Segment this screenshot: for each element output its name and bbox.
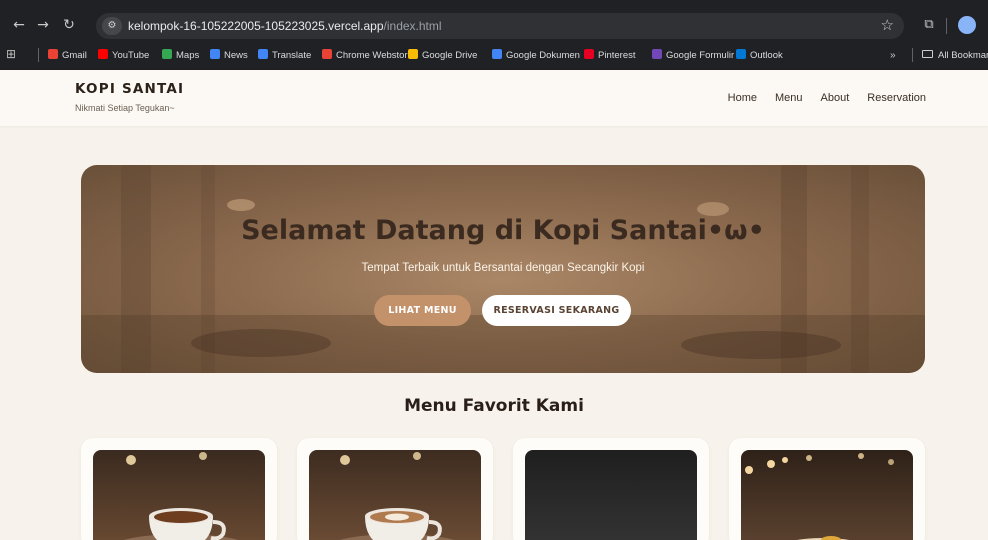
menu-card-matcha[interactable] — [513, 438, 709, 540]
browser-chrome: ← → ↻ ⚙ kelompok-16-105222005-105223025.… — [0, 0, 988, 70]
nav-reservation[interactable]: Reservation — [867, 92, 926, 104]
address-bar[interactable]: ⚙ kelompok-16-105222005-105223025.vercel… — [96, 13, 904, 39]
site-info-icon[interactable]: ⚙ — [102, 17, 122, 35]
toolbar-divider — [946, 18, 947, 34]
bookmark-favicon-icon — [492, 49, 502, 59]
forward-arrow-icon[interactable]: → — [32, 14, 54, 36]
bookmark-label: Google Formulir — [666, 50, 735, 61]
bookmark-favicon-icon — [210, 49, 220, 59]
url-host: kelompok-16-105222005-105223025.vercel.a… — [128, 19, 384, 33]
site-logo[interactable]: KOPI SANTAI — [75, 81, 184, 97]
site-tagline: Nikmati Setiap Tegukan~ — [75, 103, 175, 113]
bookmark-label: Maps — [176, 50, 200, 61]
cafe-dessert-photo — [741, 450, 913, 540]
url-text[interactable]: kelompok-16-105222005-105223025.vercel.a… — [128, 19, 442, 33]
latte-art-photo — [309, 450, 481, 540]
bookmarks-divider — [38, 48, 39, 62]
bookmarks-divider-2 — [912, 48, 913, 62]
bookmark-label: Google Drive — [422, 50, 478, 61]
bookmarks-bar: ⊞ Gmail YouTube Maps News Translate Chrome We… — [0, 46, 988, 66]
bookmark-favicon-icon — [584, 49, 594, 59]
reserve-now-button[interactable]: RESERVASI SEKARANG — [482, 295, 631, 326]
hero-banner: Selamat Datang di Kopi Santai•ω• Tempat … — [81, 165, 925, 373]
apps-grid-icon[interactable]: ⊞ — [6, 47, 16, 61]
url-path: /index.html — [383, 19, 442, 33]
menu-card-latte[interactable] — [297, 438, 493, 540]
toolbar: ← → ↻ ⚙ kelompok-16-105222005-105223025.… — [0, 10, 988, 44]
bookmark-favicon-icon — [48, 49, 58, 59]
bookmark-label: Pinterest — [598, 50, 636, 61]
bookmark-google-drive[interactable]: Google Drive — [408, 48, 477, 64]
bookmark-favicon-icon — [162, 49, 172, 59]
back-arrow-icon[interactable]: ← — [8, 14, 30, 36]
reload-icon[interactable]: ↻ — [58, 14, 80, 36]
bookmark-news[interactable]: News — [210, 48, 248, 64]
menu-card-dessert[interactable] — [729, 438, 925, 540]
bookmark-label: YouTube — [112, 50, 150, 61]
all-bookmarks-button[interactable]: All Bookmarks — [922, 48, 988, 64]
bookmark-chrome-webstore[interactable]: Chrome Webstore — [322, 48, 413, 64]
main-nav: Home Menu About Reservation — [728, 92, 926, 104]
bookmark-favicon-icon — [652, 49, 662, 59]
matcha-drink-photo — [525, 450, 697, 540]
bookmark-label: Google Dokumen — [506, 50, 580, 61]
nav-menu[interactable]: Menu — [775, 92, 803, 104]
bookmark-label: News — [224, 50, 248, 61]
bookmark-google-formulir[interactable]: Google Formulir — [652, 48, 734, 64]
hero-subtitle: Tempat Terbaik untuk Bersantai dengan Se… — [361, 262, 645, 274]
site-header: KOPI SANTAI Nikmati Setiap Tegukan~ Home… — [0, 70, 988, 126]
bookmark-favicon-icon — [258, 49, 268, 59]
bookmark-pinterest[interactable]: Pinterest — [584, 48, 636, 64]
folder-icon — [922, 50, 933, 58]
nav-about[interactable]: About — [821, 92, 850, 104]
menu-card-espresso[interactable] — [81, 438, 277, 540]
more-bookmarks-icon[interactable]: » — [890, 48, 896, 64]
bookmark-star-icon[interactable]: ☆ — [881, 16, 894, 34]
bookmark-favicon-icon — [98, 49, 108, 59]
bookmark-label: Chrome Webstore — [336, 50, 413, 61]
menu-section-title: Menu Favorit Kami — [404, 396, 584, 416]
view-menu-button[interactable]: LIHAT MENU — [374, 295, 471, 326]
bookmark-outlook[interactable]: Outlook — [736, 48, 783, 64]
extensions-icon[interactable]: ⧉ — [918, 14, 940, 36]
bookmark-youtube[interactable]: YouTube — [98, 48, 149, 64]
bookmark-label: Gmail — [62, 50, 87, 61]
bookmark-label: Outlook — [750, 50, 783, 61]
bookmark-google-dokumen[interactable]: Google Dokumen — [492, 48, 580, 64]
nav-home[interactable]: Home — [728, 92, 757, 104]
bookmark-gmail[interactable]: Gmail — [48, 48, 87, 64]
bookmark-translate[interactable]: Translate — [258, 48, 311, 64]
bookmark-maps[interactable]: Maps — [162, 48, 199, 64]
hero-title: Selamat Datang di Kopi Santai•ω• — [241, 215, 765, 246]
coffee-cup-photo — [93, 450, 265, 540]
bookmark-favicon-icon — [408, 49, 418, 59]
bookmark-favicon-icon — [736, 49, 746, 59]
bookmark-label: Translate — [272, 50, 312, 61]
bookmark-favicon-icon — [322, 49, 332, 59]
profile-avatar-icon[interactable] — [958, 16, 976, 34]
all-bookmarks-label: All Bookmarks — [938, 50, 988, 61]
